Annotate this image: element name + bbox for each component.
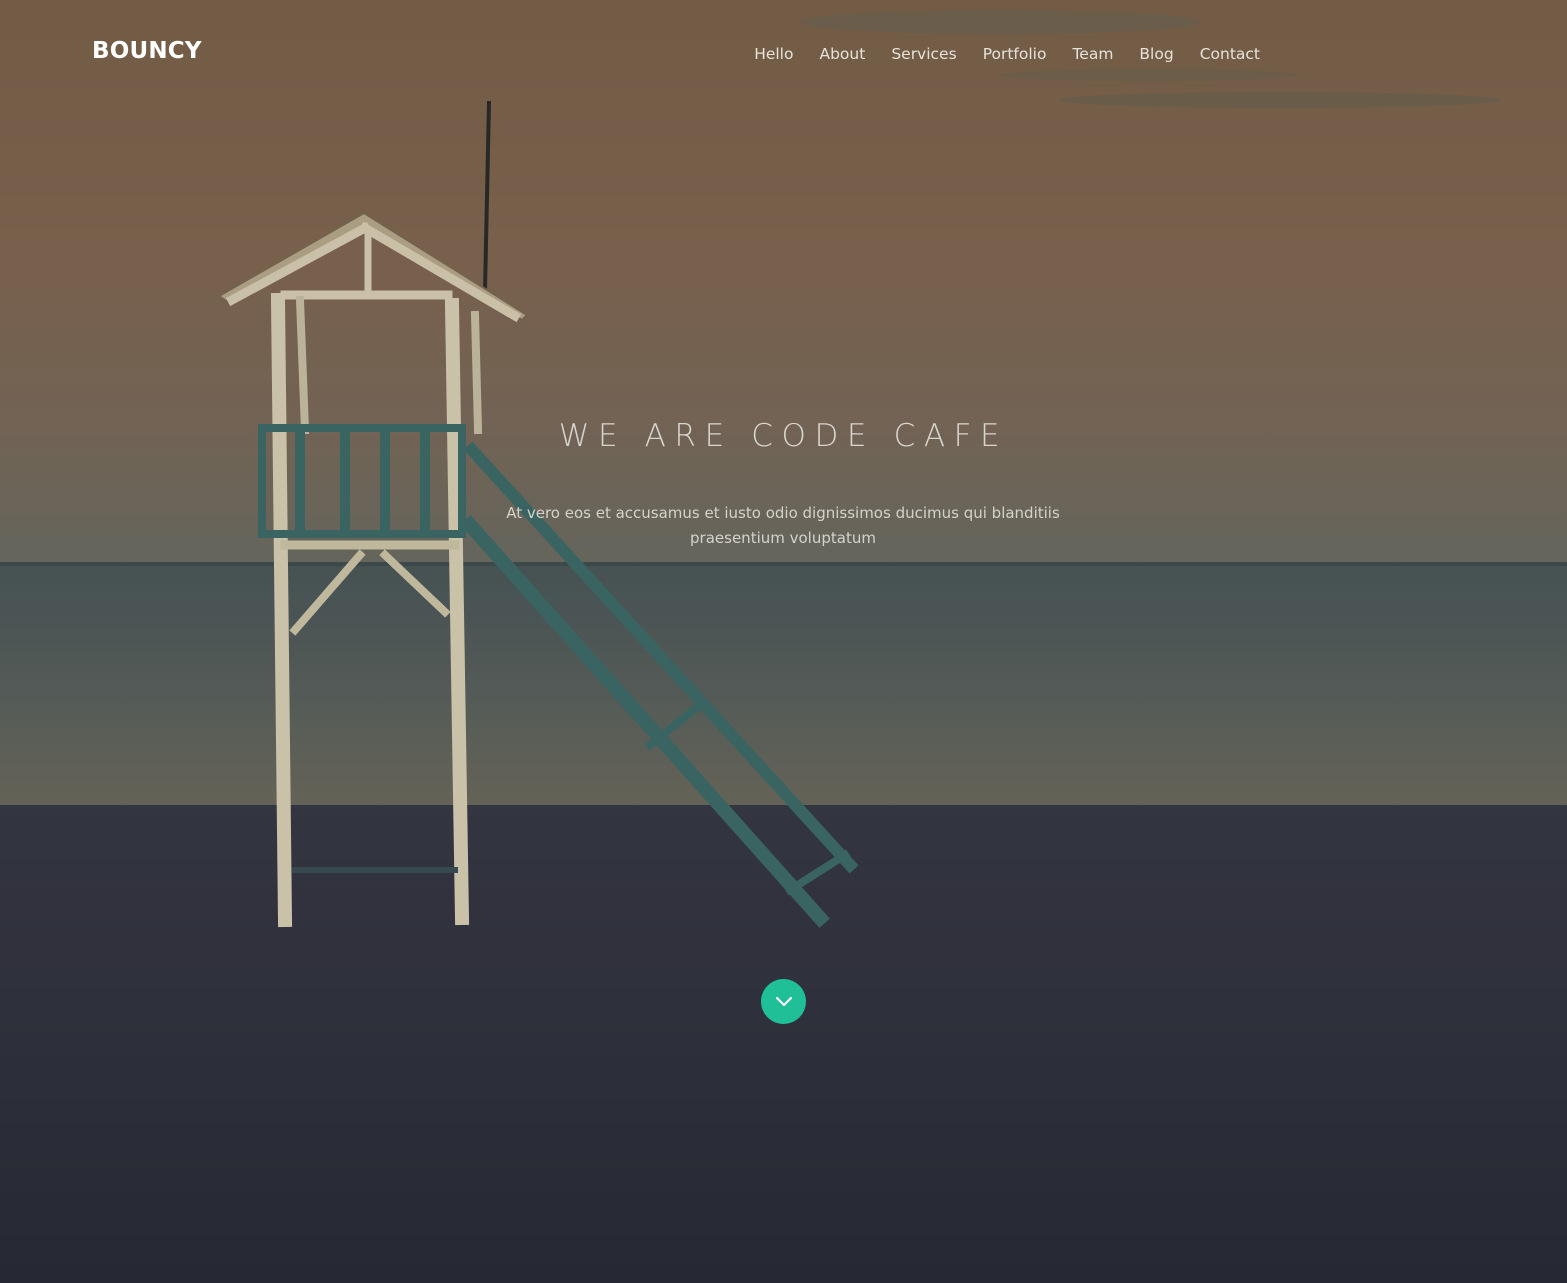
hero-subtitle: At vero eos et accusamus et iusto odio d… [506,504,1060,547]
nav-item-team[interactable]: Team [1072,43,1113,65]
hero-section: BOUNCY Hello About Services Portfolio Te… [0,0,1567,1283]
hero-title: WE ARE CODE CAFE [558,418,1009,454]
brand-logo[interactable]: BOUNCY [92,38,202,64]
nav-item-services[interactable]: Services [891,43,956,65]
nav-item-contact[interactable]: Contact [1200,43,1260,65]
top-navbar: BOUNCY Hello About Services Portfolio Te… [0,0,1567,108]
nav-item-portfolio[interactable]: Portfolio [983,43,1047,65]
scroll-down-button[interactable] [761,979,806,1024]
nav-item-hello[interactable]: Hello [754,43,793,65]
nav-item-blog[interactable]: Blog [1139,43,1173,65]
nav-menu: Hello About Services Portfolio Team Blog… [754,43,1260,65]
nav-item-about[interactable]: About [819,43,865,65]
hero-background-image [0,0,1567,1283]
chevron-down-icon [775,996,792,1006]
